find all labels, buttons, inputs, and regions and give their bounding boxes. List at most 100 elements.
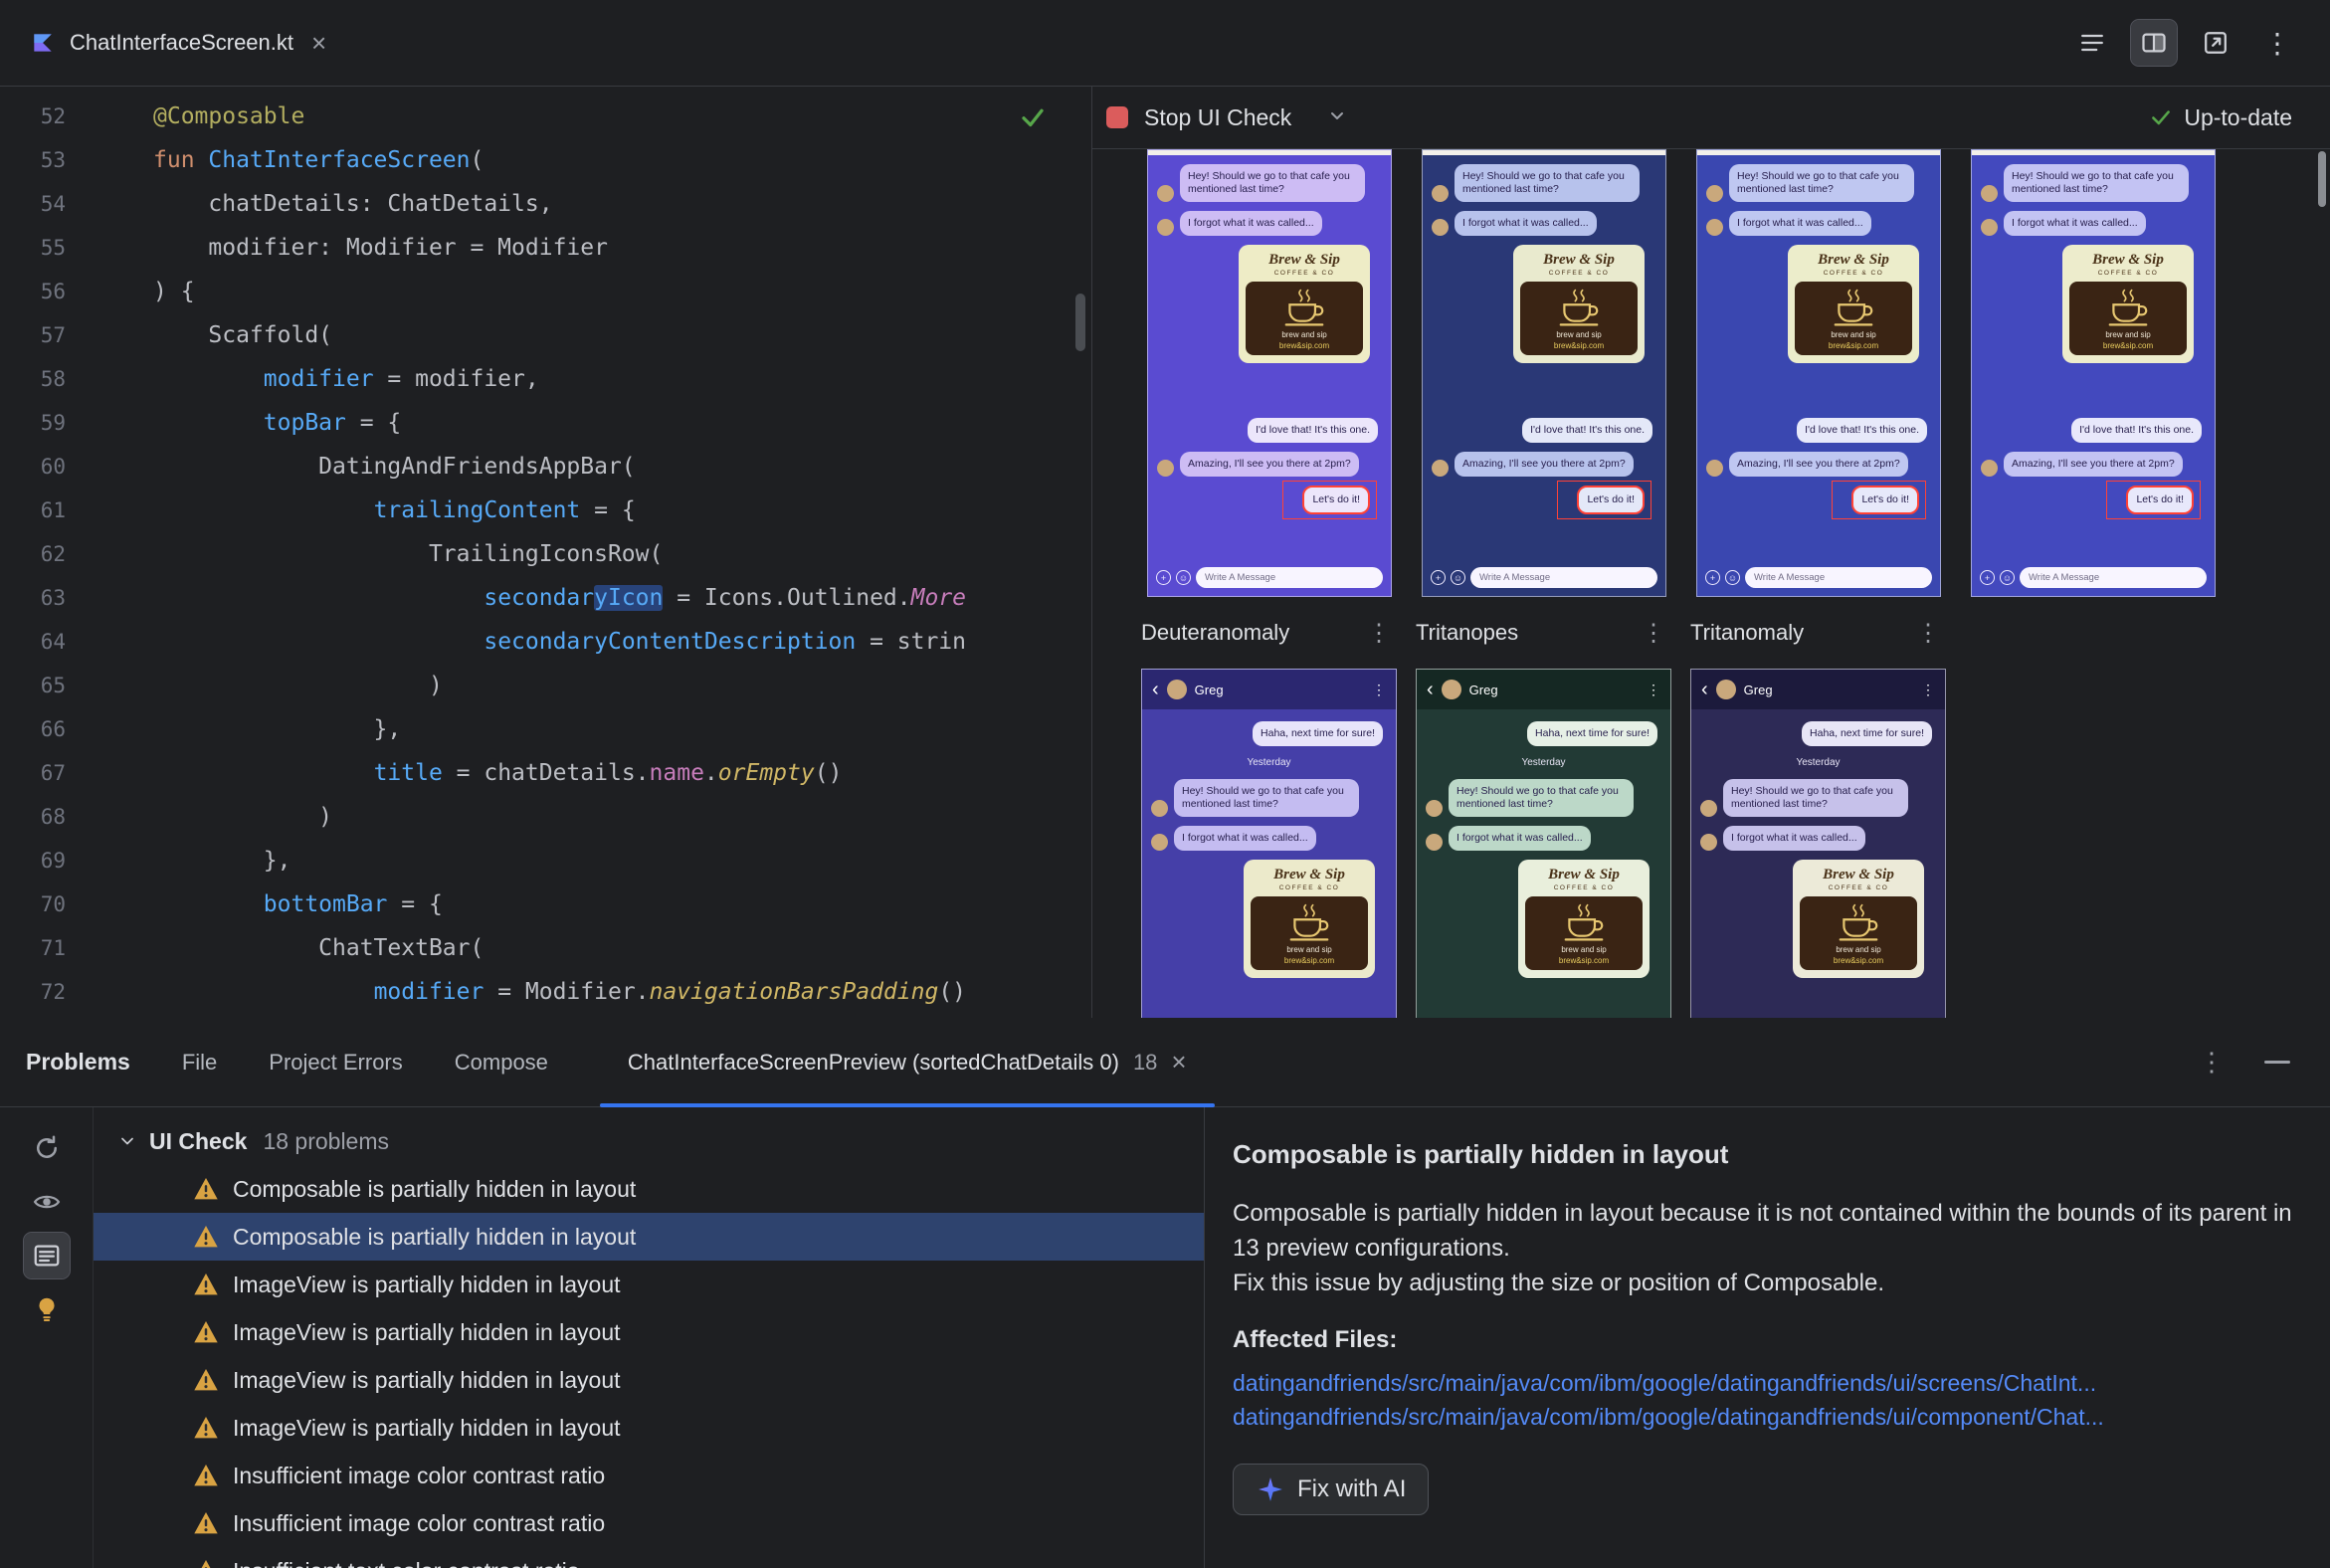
- code-token: modifier: [373, 979, 485, 1005]
- fix-with-ai-button[interactable]: Fix with AI: [1233, 1464, 1430, 1515]
- close-icon[interactable]: ×: [1171, 1047, 1186, 1078]
- code-token: = modifier,: [373, 366, 539, 392]
- brand-cup-panel: brew and sip brew&sip.com: [1795, 282, 1912, 355]
- problems-window-title[interactable]: Problems: [26, 1049, 130, 1076]
- code-text: ): [99, 804, 332, 830]
- problem-item[interactable]: Insufficient text color contrast ratio: [94, 1547, 1204, 1568]
- line-number: 52: [40, 104, 66, 128]
- preview-eye-icon[interactable]: [24, 1179, 70, 1225]
- problem-item[interactable]: Composable is partially hidden in layout: [94, 1165, 1204, 1213]
- code-token: (: [470, 147, 485, 173]
- lightbulb-icon[interactable]: [24, 1286, 70, 1332]
- code-line: 72 modifier = Modifier.navigationBarsPad…: [0, 970, 1091, 1014]
- editor-scrollbar[interactable]: [1075, 294, 1085, 351]
- back-icon[interactable]: ‹: [1152, 680, 1159, 699]
- tab-project-errors[interactable]: Project Errors: [269, 1050, 402, 1076]
- message-input[interactable]: Write A Message: [1745, 567, 1932, 588]
- kebab-menu-icon[interactable]: ⋮: [1921, 682, 1935, 698]
- brand-card-body: Brew & Sip COFFEE & CO brew and sip brew&si…: [1239, 245, 1370, 363]
- code-token: = Modifier.: [484, 979, 650, 1005]
- message-input[interactable]: Write A Message: [2020, 567, 2207, 588]
- chat-stack: Hey! Should we go to that cafe you menti…: [1972, 155, 2215, 596]
- emoji-icon[interactable]: ☺: [1725, 570, 1740, 585]
- tab-uicheck-preview[interactable]: ChatInterfaceScreenPreview (sortedChatDe…: [599, 1018, 1215, 1107]
- back-icon[interactable]: ‹: [1701, 680, 1708, 699]
- code-text: bottomBar = {: [99, 891, 443, 917]
- emoji-icon[interactable]: ☺: [1176, 570, 1191, 585]
- code-lines: 52 @Composable 53 fun ChatInterfaceScreen(5…: [0, 87, 1091, 1018]
- split-editor-icon[interactable]: [2130, 19, 2178, 67]
- brand-url: brew&sip.com: [2102, 341, 2154, 350]
- emoji-icon[interactable]: ☺: [1451, 570, 1465, 585]
- chat-bubble: I forgot what it was called...: [2004, 211, 2146, 236]
- line-number: 60: [40, 455, 66, 479]
- ai-sparkle-icon: [1259, 1477, 1282, 1501]
- inspections-ok-icon[interactable]: [1018, 102, 1048, 132]
- chat-message-row: I forgot what it was called...: [1426, 826, 1661, 851]
- problem-item[interactable]: Insufficient image color contrast ratio: [94, 1452, 1204, 1499]
- show-details-icon[interactable]: [22, 1232, 71, 1279]
- kebab-menu-icon[interactable]: ⋮: [1916, 619, 1940, 648]
- back-icon[interactable]: ‹: [1427, 680, 1434, 699]
- affected-file-link[interactable]: datingandfriends/src/main/java/com/ibm/g…: [1233, 1400, 2296, 1434]
- add-attachment-icon[interactable]: +: [1156, 570, 1171, 585]
- problem-item[interactable]: Insufficient image color contrast ratio: [94, 1499, 1204, 1547]
- add-attachment-icon[interactable]: +: [1980, 570, 1995, 585]
- more-options-kebab-icon[interactable]: ⋮: [2254, 20, 2300, 66]
- problem-item[interactable]: Composable is partially hidden in layout: [94, 1213, 1204, 1261]
- kebab-menu-icon[interactable]: ⋮: [1367, 619, 1391, 648]
- message-input[interactable]: Write A Message: [1470, 567, 1657, 588]
- chat-message-row: I'd love that! It's this one.: [1432, 418, 1656, 443]
- structure-lines-icon[interactable]: [2069, 20, 2115, 66]
- tab-label: ChatInterfaceScreen.kt: [70, 30, 294, 55]
- code-text: TrailingIconsRow(: [99, 541, 663, 567]
- minimize-icon[interactable]: [2264, 1061, 2290, 1064]
- problem-item[interactable]: ImageView is partially hidden in layout: [94, 1404, 1204, 1452]
- warning-icon: [194, 1368, 218, 1391]
- kebab-menu-icon[interactable]: ⋮: [1372, 682, 1386, 698]
- affected-file-link[interactable]: datingandfriends/src/main/java/com/ibm/g…: [1233, 1366, 2296, 1400]
- chat-message-row: Amazing, I'll see you there at 2pm?: [1432, 452, 1656, 477]
- line-number: 62: [40, 542, 66, 566]
- code-editor[interactable]: 52 @Composable 53 fun ChatInterfaceScreen(5…: [0, 87, 1092, 1018]
- status-label: Up-to-date: [2184, 103, 2292, 130]
- chat-bubble: Haha, next time for sure!: [1802, 721, 1932, 746]
- preview-config-label: Tritanomaly: [1690, 620, 1805, 645]
- stop-ui-check-button[interactable]: Stop UI Check: [1106, 104, 1291, 131]
- brand-caption: brew and sip: [1561, 945, 1607, 954]
- chat-header: ‹ Greg ⋮: [1142, 670, 1396, 709]
- code-token: secondaryContentDescription: [484, 629, 857, 655]
- more-options-kebab-icon[interactable]: ⋮: [2199, 1047, 2225, 1078]
- editor-tab[interactable]: ChatInterfaceScreen.kt ×: [30, 28, 330, 59]
- message-input[interactable]: Write A Message: [1196, 567, 1383, 588]
- kebab-menu-icon[interactable]: ⋮: [1647, 682, 1660, 698]
- brand-url: brew&sip.com: [1278, 341, 1330, 350]
- code-text: fun ChatInterfaceScreen(: [99, 147, 484, 173]
- code-text: modifier: Modifier = Modifier: [99, 235, 608, 261]
- brand-caption: brew and sip: [1556, 330, 1602, 339]
- kebab-menu-icon[interactable]: ⋮: [1642, 619, 1665, 648]
- tab-compose[interactable]: Compose: [455, 1050, 548, 1076]
- preview-scrollbar[interactable]: [2318, 151, 2326, 207]
- problem-item[interactable]: ImageView is partially hidden in layout: [94, 1261, 1204, 1308]
- code-token: ) {: [153, 279, 195, 304]
- message-input-bar: + ☺ Write A Message: [1705, 567, 1932, 588]
- refresh-icon[interactable]: [24, 1125, 70, 1171]
- problem-item[interactable]: ImageView is partially hidden in layout: [94, 1308, 1204, 1356]
- line-number: 66: [40, 717, 66, 741]
- emoji-icon[interactable]: ☺: [2000, 570, 2015, 585]
- chevron-down-icon[interactable]: [1325, 103, 1349, 132]
- code-text: Scaffold(: [99, 322, 332, 348]
- brand-cup-panel: brew and sip brew&sip.com: [1520, 282, 1638, 355]
- layout-windows-icon[interactable]: [2193, 20, 2238, 66]
- problem-item[interactable]: ImageView is partially hidden in layout: [94, 1356, 1204, 1404]
- add-attachment-icon[interactable]: +: [1705, 570, 1720, 585]
- tab-file[interactable]: File: [182, 1050, 217, 1076]
- code-token: ChatTextBar(: [153, 935, 485, 961]
- problems-group-header[interactable]: UI Check 18 problems: [94, 1117, 1204, 1165]
- problem-detail-body: Composable is partially hidden in layout…: [1233, 1200, 2292, 1262]
- close-icon[interactable]: ×: [307, 28, 330, 59]
- chat-bubble: Hey! Should we go to that cafe you menti…: [1174, 779, 1359, 817]
- add-attachment-icon[interactable]: +: [1431, 570, 1446, 585]
